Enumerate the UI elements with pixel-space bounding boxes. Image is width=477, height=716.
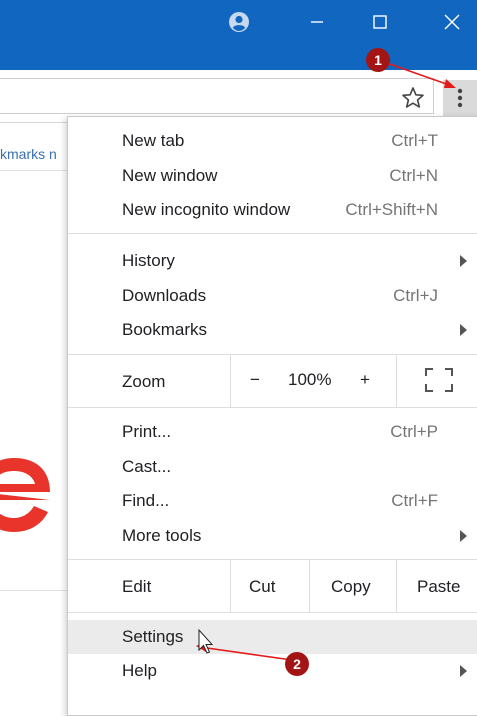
menu-item-downloads[interactable]: Downloads Ctrl+J: [68, 279, 477, 313]
profile-icon: [229, 12, 249, 32]
menu-separator: [68, 612, 477, 613]
submenu-arrow-icon: [460, 530, 467, 542]
copy-button[interactable]: Copy: [310, 560, 396, 612]
menu-item-new-incognito-window[interactable]: New incognito window Ctrl+Shift+N: [68, 193, 477, 227]
maximize-button[interactable]: [358, 0, 402, 44]
close-icon: [444, 14, 460, 30]
menu-item-label: New window: [122, 166, 218, 185]
submenu-arrow-icon: [460, 665, 467, 677]
bookmarks-bar-text[interactable]: kmarks n: [0, 146, 57, 162]
zoom-in-button[interactable]: +: [354, 355, 384, 407]
divider: [0, 590, 70, 591]
edit-row: Edit: [68, 560, 230, 612]
menu-item-label: New incognito window: [122, 200, 291, 219]
minimize-button[interactable]: [295, 0, 339, 44]
fullscreen-button[interactable]: [397, 355, 477, 407]
menu-item-label: Find...: [122, 491, 170, 510]
menu-item-label: History: [122, 251, 175, 270]
menu-item-find[interactable]: Find... Ctrl+F: [68, 484, 477, 518]
menu-item-shortcut: Ctrl+T: [391, 131, 438, 150]
divider: [0, 170, 70, 171]
menu-item-print[interactable]: Print... Ctrl+P: [68, 415, 477, 449]
edit-label: Edit: [122, 577, 152, 596]
menu-item-shortcut: Ctrl+J: [393, 286, 438, 305]
menu-item-new-window[interactable]: New window Ctrl+N: [68, 159, 477, 193]
menu-item-shortcut: Ctrl+Shift+N: [345, 200, 438, 219]
menu-item-label: Cast...: [122, 457, 172, 476]
fullscreen-icon: [425, 368, 453, 392]
menu-item-shortcut: Ctrl+N: [389, 166, 438, 185]
menu-item-new-tab[interactable]: New tab Ctrl+T: [68, 124, 477, 158]
menu-item-label: Downloads: [122, 286, 207, 305]
menu-item-label: Settings: [122, 627, 184, 646]
submenu-arrow-icon: [460, 324, 467, 336]
menu-item-label: New tab: [122, 131, 185, 150]
menu-item-label: Help: [122, 661, 157, 680]
paste-button[interactable]: Paste: [397, 560, 477, 612]
menu-item-help[interactable]: Help: [68, 654, 477, 688]
zoom-row: Zoom: [68, 355, 230, 407]
menu-separator: [68, 233, 477, 234]
minimize-icon: [311, 21, 323, 23]
chrome-menu-button[interactable]: [443, 80, 477, 116]
menu-item-cast[interactable]: Cast...: [68, 450, 477, 484]
maximize-icon: [373, 15, 387, 29]
menu-item-label: More tools: [122, 526, 202, 545]
title-bar: [0, 0, 477, 70]
menu-item-bookmarks[interactable]: Bookmarks: [68, 313, 477, 347]
menu-item-shortcut: Ctrl+F: [391, 491, 438, 510]
cut-button[interactable]: Cut: [231, 560, 309, 612]
zoom-label: Zoom: [122, 372, 166, 391]
menu-item-label: Print...: [122, 422, 172, 441]
divider: [230, 355, 231, 407]
menu-item-shortcut: Ctrl+P: [390, 422, 438, 441]
menu-item-settings[interactable]: Settings: [68, 620, 477, 654]
logo-letter: [0, 440, 60, 540]
kebab-menu-icon: [457, 88, 463, 108]
close-button[interactable]: [430, 0, 474, 44]
annotation-badge-2: 2: [285, 652, 309, 676]
annotation-badge-1: 1: [366, 48, 390, 72]
menu-item-history[interactable]: History: [68, 244, 477, 278]
menu-separator: [68, 407, 477, 408]
star-icon: [402, 87, 424, 108]
chrome-main-menu: New tab Ctrl+T New window Ctrl+N New inc…: [67, 116, 477, 716]
submenu-arrow-icon: [460, 255, 467, 267]
menu-item-more-tools[interactable]: More tools: [68, 519, 477, 553]
omnibox[interactable]: [0, 78, 434, 114]
zoom-level: 100%: [288, 370, 332, 389]
zoom-out-button[interactable]: −: [240, 355, 276, 407]
menu-item-label: Bookmarks: [122, 320, 208, 339]
profile-button[interactable]: [222, 0, 256, 44]
bookmark-star-button[interactable]: [400, 85, 426, 111]
